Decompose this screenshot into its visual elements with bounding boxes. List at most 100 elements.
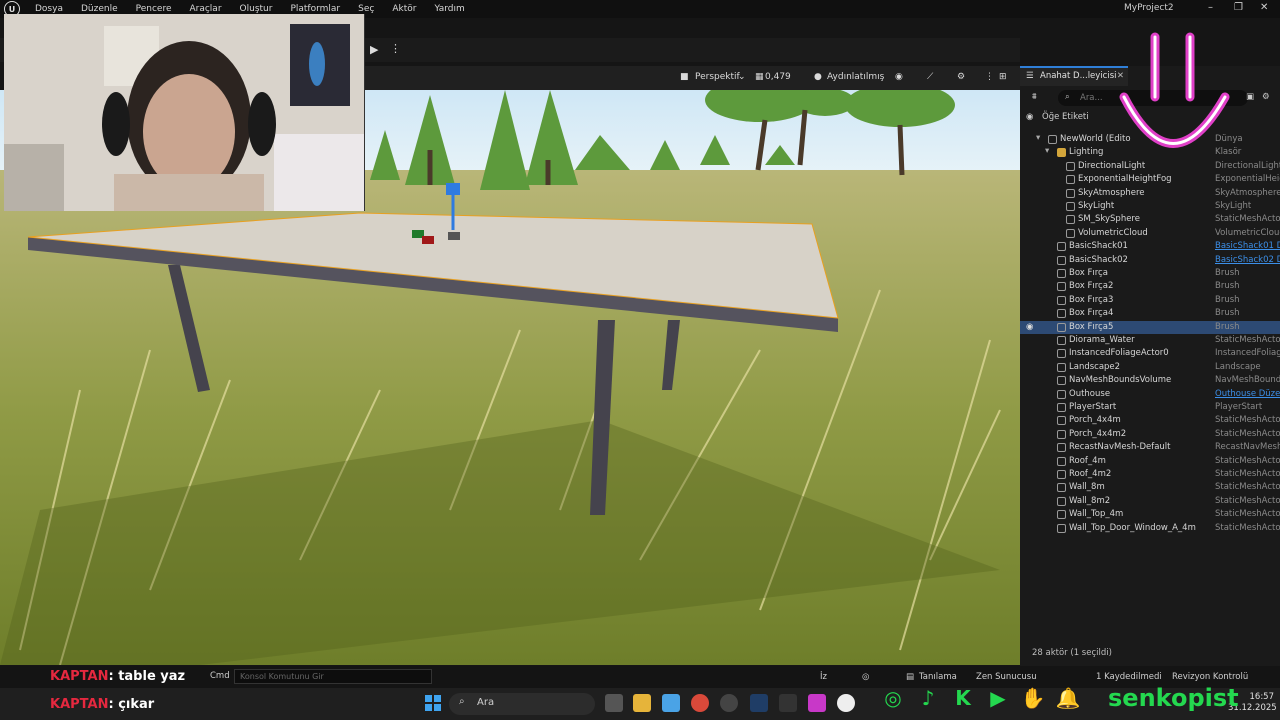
outliner-row[interactable]: SkyAtmosphere SkyAtmosphere: [1020, 187, 1280, 200]
outliner-item-name: PlayerStart: [1069, 402, 1117, 412]
task-view-icon[interactable]: [605, 694, 623, 712]
settings-gear-icon[interactable]: ⚙: [957, 72, 965, 82]
layout-grid-icon[interactable]: ⊞: [999, 72, 1007, 82]
outliner-item-type-link[interactable]: Outhouse Düzer: [1215, 389, 1280, 399]
menu-edit[interactable]: Düzenle: [72, 4, 127, 14]
console-command-input[interactable]: Konsol Komutunu Gir: [234, 669, 432, 684]
perspective-chevron-icon[interactable]: ⌄: [738, 72, 746, 82]
instagram-icon: ◎: [884, 686, 902, 710]
menu-actor[interactable]: Aktör: [383, 4, 425, 14]
menu-window[interactable]: Pencere: [127, 4, 181, 14]
unreal-taskbar-icon[interactable]: [837, 694, 855, 712]
github-icon[interactable]: [720, 694, 738, 712]
webcam-feed: [4, 14, 364, 211]
outliner-row[interactable]: SM_SkySphere StaticMeshActor: [1020, 213, 1280, 226]
show-eye-icon[interactable]: ◉: [895, 72, 903, 82]
close-window-button[interactable]: ✕: [1260, 2, 1268, 13]
outliner-item-type-link[interactable]: BasicShack01 D: [1215, 241, 1280, 251]
outliner-item-name: Wall_8m2: [1069, 495, 1111, 506]
zoom-icon: ▦: [755, 72, 764, 82]
actor-icon: [1057, 255, 1066, 265]
menu-tools[interactable]: Araçlar: [180, 4, 230, 14]
outliner-row[interactable]: BasicShack02 BasicShack02 D: [1020, 254, 1280, 267]
perspective-dropdown[interactable]: Perspektif: [695, 72, 740, 82]
outliner-row[interactable]: SkyLight SkyLight: [1020, 200, 1280, 213]
outliner-row[interactable]: Box Fırça3 Brush: [1020, 294, 1280, 307]
outliner-row[interactable]: Diorama_Water StaticMeshActor: [1020, 334, 1280, 347]
maximize-button[interactable]: ❐: [1234, 2, 1243, 13]
outliner-row[interactable]: Wall_8m2 StaticMeshActor: [1020, 495, 1280, 508]
menu-platforms[interactable]: Platformlar: [281, 4, 349, 14]
menu-select[interactable]: Seç: [349, 4, 383, 14]
cmd-dropdown[interactable]: Cmd: [210, 671, 230, 681]
outliner-row[interactable]: PlayerStart PlayerStart: [1020, 401, 1280, 414]
outliner-item-type: DirectionalLight: [1215, 160, 1280, 171]
menu-help[interactable]: Yardım: [425, 4, 473, 14]
windows-start-icon[interactable]: [425, 695, 441, 711]
outliner-row[interactable]: ◉ Box Fırça5 Brush: [1020, 320, 1280, 334]
outliner-item-name: Porch_4x4m: [1069, 415, 1121, 426]
outliner-settings-icon[interactable]: ⚙: [1262, 92, 1270, 102]
add-folder-icon[interactable]: ▣: [1246, 92, 1254, 102]
more-options-icon[interactable]: ⋮: [390, 42, 401, 55]
outliner-item-type: StaticMeshActor: [1215, 214, 1280, 225]
row-visibility-eye-icon[interactable]: ◉: [1026, 322, 1033, 332]
outliner-row[interactable]: Wall_8m StaticMeshActor: [1020, 481, 1280, 494]
outliner-item-type-link[interactable]: BasicShack02 D: [1215, 255, 1280, 265]
outliner-row[interactable]: Outhouse Outhouse Düzer: [1020, 388, 1280, 401]
play-icon[interactable]: ▶: [370, 43, 384, 57]
outliner-row[interactable]: Roof_4m StaticMeshActor: [1020, 455, 1280, 468]
item-label-column: Öğe Etiketi: [1042, 112, 1089, 122]
outliner-item-name: Wall_Top_Door_Window_A_4m: [1069, 522, 1196, 533]
transform-icon[interactable]: ⟋: [927, 72, 933, 82]
outliner-row[interactable]: Porch_4x4m2 StaticMeshActor: [1020, 428, 1280, 441]
zoom-value[interactable]: 0,479: [765, 72, 791, 82]
outliner-row[interactable]: Box Fırça Brush: [1020, 267, 1280, 280]
taskbar-search[interactable]: ⌕ Ara: [449, 693, 595, 715]
outliner-row[interactable]: Box Fırça4 Brush: [1020, 307, 1280, 320]
chrome-icon[interactable]: [691, 694, 709, 712]
outliner-row[interactable]: Roof_4m2 StaticMeshActor: [1020, 468, 1280, 481]
trace-icon[interactable]: ◎: [862, 672, 869, 682]
actor-icon: [1066, 175, 1075, 185]
expand-chevron-icon[interactable]: ▾: [1045, 146, 1049, 156]
outliner-row[interactable]: InstancedFoliageActor0 InstancedFoliage: [1020, 347, 1280, 360]
outliner-row[interactable]: ExponentialHeightFog ExponentialHeigh: [1020, 173, 1280, 186]
trace-iz[interactable]: İz: [820, 672, 827, 682]
minimize-button[interactable]: –: [1208, 2, 1213, 13]
store-icon[interactable]: [662, 694, 680, 712]
outliner-row[interactable]: Landscape2 Landscape: [1020, 361, 1280, 374]
outliner-row[interactable]: Wall_Top_Door_Window_A_4m StaticMeshActor: [1020, 522, 1280, 535]
menu-file[interactable]: Dosya: [26, 4, 72, 14]
actor-icon: [1057, 309, 1066, 319]
outliner-row[interactable]: RecastNavMesh-Default RecastNavMesh: [1020, 441, 1280, 454]
actor-icon: [1057, 269, 1066, 278]
menu-build[interactable]: Oluştur: [231, 4, 282, 14]
app-pink-icon[interactable]: [808, 694, 826, 712]
outliner-row[interactable]: NavMeshBoundsVolume NavMeshBounds: [1020, 374, 1280, 387]
unsaved-button[interactable]: 1 Kaydedilmedi: [1096, 672, 1162, 682]
outliner-row[interactable]: Porch_4x4m StaticMeshActor: [1020, 414, 1280, 427]
outliner-row[interactable]: DirectionalLight DirectionalLight: [1020, 160, 1280, 173]
actor-icon: [1057, 282, 1066, 292]
actor-icon: [1057, 322, 1066, 332]
project-title: MyProject2: [1124, 3, 1174, 13]
diagnostics-button[interactable]: Tanılama: [919, 672, 957, 682]
filter-icon[interactable]: ⩩: [1032, 92, 1037, 102]
revision-control-button[interactable]: Revizyon Kontrolü: [1172, 672, 1248, 682]
search-icon: ⌕: [1065, 92, 1070, 102]
file-explorer-icon[interactable]: [633, 694, 651, 712]
viewport-more-icon[interactable]: ⋮: [985, 72, 994, 82]
epic-games-icon[interactable]: [779, 694, 797, 712]
outliner-row[interactable]: VolumetricCloud VolumetricCloud: [1020, 227, 1280, 240]
outliner-row[interactable]: Box Fırça2 Brush: [1020, 280, 1280, 293]
chat-text-2: : çıkar: [108, 697, 155, 712]
outliner-row[interactable]: BasicShack01 BasicShack01 D: [1020, 240, 1280, 253]
outliner-item-type: PlayerStart: [1215, 402, 1263, 412]
zen-server-button[interactable]: Zen Sunucusu: [976, 672, 1037, 682]
actor-icon: [1057, 403, 1066, 412]
lighting-dropdown[interactable]: Aydınlatılmış: [827, 72, 884, 82]
steam-icon[interactable]: [750, 694, 768, 712]
outliner-row[interactable]: Wall_Top_4m StaticMeshActor: [1020, 508, 1280, 521]
expand-chevron-icon[interactable]: ▾: [1036, 133, 1040, 143]
